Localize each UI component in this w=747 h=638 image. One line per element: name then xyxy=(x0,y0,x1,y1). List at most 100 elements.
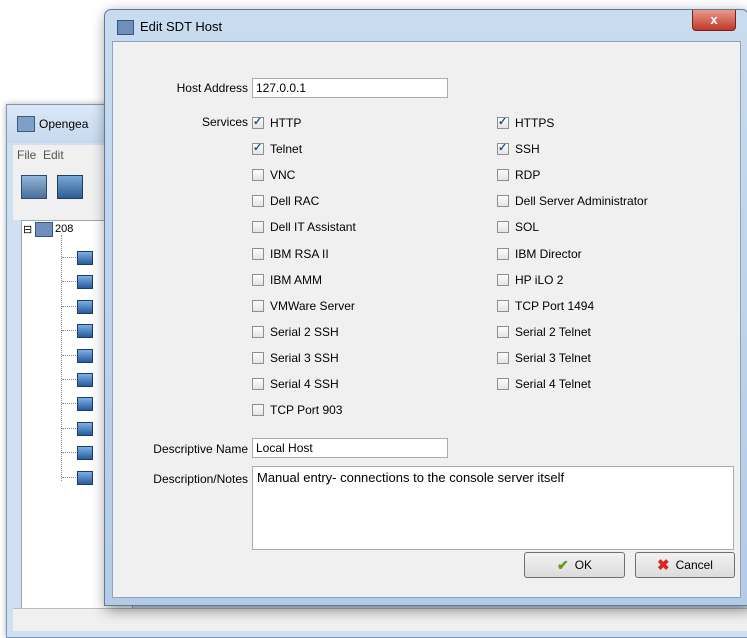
checked-box-icon[interactable] xyxy=(252,115,264,129)
host-leaf-icon[interactable] xyxy=(77,275,93,290)
unchecked-box-icon[interactable] xyxy=(497,273,509,286)
cancel-button[interactable]: ✖ Cancel xyxy=(635,552,735,578)
service-checkbox-left-7[interactable]: VMWare Server xyxy=(252,299,355,313)
checked-box-icon[interactable] xyxy=(497,115,509,129)
service-checkbox-left-2[interactable]: VNC xyxy=(252,168,295,182)
service-checkbox-right-6[interactable]: HP iLO 2 xyxy=(497,273,563,287)
host-leaf-icon[interactable] xyxy=(77,251,93,265)
unchecked-box-icon[interactable] xyxy=(497,169,509,182)
service-checkbox-right-0[interactable]: HTTPS xyxy=(497,115,554,130)
tree-branch-line xyxy=(62,427,76,429)
description-notes-textarea[interactable]: Manual entry- connections to the console… xyxy=(252,466,734,550)
tree-branch-line xyxy=(62,452,76,454)
service-checkbox-left-11[interactable]: TCP Port 903 xyxy=(252,403,342,417)
unchecked-box-icon[interactable] xyxy=(252,195,264,208)
service-label: Serial 3 SSH xyxy=(270,350,339,365)
service-label: TCP Port 903 xyxy=(270,403,343,418)
unchecked-box-icon[interactable] xyxy=(252,169,264,182)
descriptive-name-label: Descriptive Name xyxy=(153,442,248,456)
status-bar xyxy=(13,608,747,631)
tree-branch-line xyxy=(62,403,76,405)
service-label: HTTP xyxy=(270,116,302,130)
service-checkbox-right-3[interactable]: Dell Server Administrator xyxy=(497,194,648,208)
host-address-input[interactable]: 127.0.0.1 xyxy=(252,78,448,98)
unchecked-box-icon[interactable] xyxy=(497,247,509,260)
service-label: VMWare Server xyxy=(270,298,355,313)
host-leaf-icon[interactable] xyxy=(77,446,93,461)
computer-icon[interactable] xyxy=(57,175,83,199)
service-checkbox-right-4[interactable]: SOL xyxy=(497,220,539,234)
unchecked-box-icon[interactable] xyxy=(252,299,264,312)
service-label: VNC xyxy=(270,168,296,183)
service-label: Telnet xyxy=(270,142,303,157)
unchecked-box-icon[interactable] xyxy=(252,221,264,234)
service-checkbox-left-5[interactable]: IBM RSA II xyxy=(252,247,329,261)
unchecked-box-icon[interactable] xyxy=(252,351,264,364)
host-leaf-icon[interactable] xyxy=(77,421,93,436)
host-leaf-icon[interactable] xyxy=(77,470,93,485)
description-notes-label: Description/Notes xyxy=(153,472,248,486)
ok-button-label: OK xyxy=(574,558,593,572)
service-checkbox-left-8[interactable]: Serial 2 SSH xyxy=(252,325,339,339)
unchecked-box-icon[interactable] xyxy=(497,195,509,208)
service-checkbox-left-6[interactable]: IBM AMM xyxy=(252,273,322,287)
service-checkbox-left-1[interactable]: Telnet xyxy=(252,141,303,157)
menu-file[interactable]: File xyxy=(17,148,36,162)
checked-box-icon[interactable] xyxy=(252,141,264,156)
service-label: Serial 3 Telnet xyxy=(515,350,591,365)
service-label: TCP Port 1494 xyxy=(515,298,595,313)
service-label: Serial 4 SSH xyxy=(270,377,339,391)
background-window-title: Opengea xyxy=(39,117,89,131)
service-label: IBM Director xyxy=(515,246,582,261)
host-leaf-icon[interactable] xyxy=(77,373,93,387)
service-checkbox-right-8[interactable]: Serial 2 Telnet xyxy=(497,325,591,339)
service-label: Dell IT Assistant xyxy=(270,220,356,235)
service-checkbox-left-4[interactable]: Dell IT Assistant xyxy=(252,220,356,234)
host-address-label: Host Address xyxy=(176,81,248,95)
unchecked-box-icon[interactable] xyxy=(252,247,264,260)
unchecked-box-icon[interactable] xyxy=(252,378,264,390)
unchecked-box-icon[interactable] xyxy=(252,404,264,417)
ok-button[interactable]: ✔ OK xyxy=(524,552,625,578)
service-checkbox-right-5[interactable]: IBM Director xyxy=(497,247,582,261)
service-label: Serial 4 Telnet xyxy=(515,377,591,391)
checked-box-icon[interactable] xyxy=(497,141,509,156)
unchecked-box-icon[interactable] xyxy=(497,221,509,234)
unchecked-box-icon[interactable] xyxy=(252,325,264,338)
app-icon xyxy=(17,116,35,132)
service-checkbox-right-7[interactable]: TCP Port 1494 xyxy=(497,299,594,313)
tree-branch-line xyxy=(62,330,76,332)
tree-root-label[interactable]: 208 xyxy=(55,223,73,235)
unchecked-box-icon[interactable] xyxy=(497,378,509,390)
service-checkbox-left-0[interactable]: HTTP xyxy=(252,115,302,130)
unchecked-box-icon[interactable] xyxy=(497,351,509,364)
unchecked-box-icon[interactable] xyxy=(252,273,264,286)
dialog-title: Edit SDT Host xyxy=(140,19,223,34)
service-checkbox-left-9[interactable]: Serial 3 SSH xyxy=(252,351,339,365)
tree-expander-icon[interactable]: ⊟ xyxy=(23,223,32,236)
cancel-x-icon: ✖ xyxy=(657,557,670,574)
service-label: IBM AMM xyxy=(270,272,323,287)
menu-edit[interactable]: Edit xyxy=(43,148,64,162)
network-icon[interactable] xyxy=(21,175,47,199)
tree-branch-line xyxy=(62,305,76,307)
host-leaf-icon[interactable] xyxy=(77,299,93,314)
service-label: Serial 2 Telnet xyxy=(515,324,591,339)
tree-branch-line xyxy=(62,476,76,478)
checkmark-icon: ✔ xyxy=(556,556,569,573)
host-leaf-icon[interactable] xyxy=(77,324,93,339)
service-label: SOL xyxy=(515,220,540,235)
service-checkbox-left-3[interactable]: Dell RAC xyxy=(252,194,319,208)
service-checkbox-right-10[interactable]: Serial 4 Telnet xyxy=(497,377,591,391)
close-button[interactable]: x xyxy=(692,10,736,31)
host-leaf-icon[interactable] xyxy=(77,348,93,363)
unchecked-box-icon[interactable] xyxy=(497,325,509,338)
host-leaf-icon[interactable] xyxy=(77,397,93,412)
unchecked-box-icon[interactable] xyxy=(497,299,509,312)
service-checkbox-left-10[interactable]: Serial 4 SSH xyxy=(252,377,339,391)
tree-line xyxy=(61,235,63,481)
service-checkbox-right-9[interactable]: Serial 3 Telnet xyxy=(497,351,591,365)
service-checkbox-right-1[interactable]: SSH xyxy=(497,141,540,156)
service-checkbox-right-2[interactable]: RDP xyxy=(497,168,540,182)
descriptive-name-input[interactable]: Local Host xyxy=(252,438,448,458)
